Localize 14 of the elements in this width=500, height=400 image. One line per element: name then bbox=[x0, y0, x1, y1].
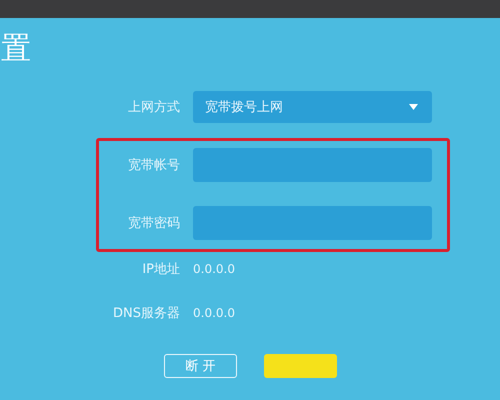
info-value: 0.0.0.0 bbox=[193, 306, 236, 320]
info-value: 0.0.0.0 bbox=[193, 262, 236, 276]
field-label: 上网方式 bbox=[128, 99, 180, 116]
field-label: 宽带帐号 bbox=[128, 157, 180, 174]
disconnect-button[interactable]: 断 开 bbox=[164, 354, 237, 378]
info-label: IP地址 bbox=[142, 261, 180, 278]
field-label: 宽带密码 bbox=[128, 215, 180, 232]
connection-type-dropdown[interactable]: 宽带拨号上网 bbox=[193, 91, 432, 123]
input-field[interactable] bbox=[193, 148, 432, 182]
input-field[interactable] bbox=[193, 206, 432, 240]
action-button[interactable] bbox=[264, 354, 337, 378]
caret-icon bbox=[409, 104, 418, 110]
page-title: 置 bbox=[1, 30, 31, 68]
info-label: DNS服务器 bbox=[113, 305, 180, 322]
